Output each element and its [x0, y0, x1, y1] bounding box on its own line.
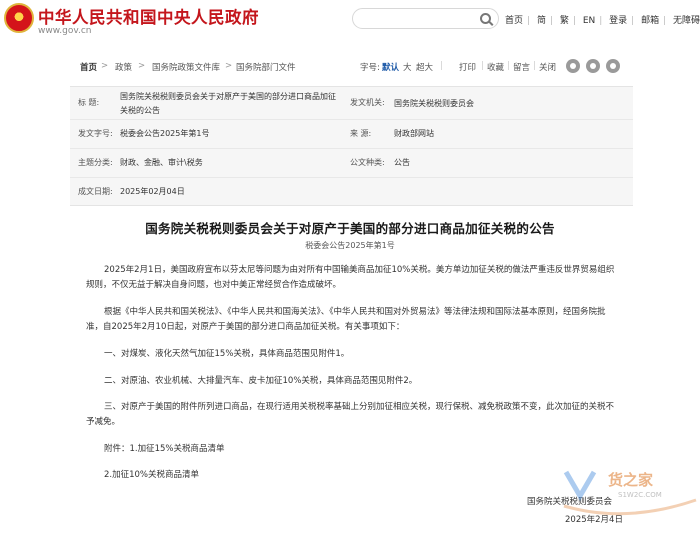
favorite-button[interactable]: 收藏: [487, 61, 504, 73]
article-paragraph: 二、对原油、农业机械、大排量汽车、皮卡加征10%关税，具体商品范围见附件2。: [104, 376, 418, 386]
meta-type-value: 公告: [394, 158, 410, 167]
meta-docno-value: 税委会公告2025年第1号: [120, 129, 210, 138]
nav-english[interactable]: EN: [583, 16, 595, 26]
article-paragraph: 根据《中华人民共和国关税法》、《中华人民共和国海关法》、《中华人民共和国对外贸易…: [86, 307, 606, 332]
breadcrumb-home[interactable]: 首页: [80, 61, 97, 73]
nav-mailbox[interactable]: 邮箱: [641, 16, 659, 26]
font-size-label: 字号:: [360, 63, 380, 73]
signature-org: 国务院关税税则委员会: [527, 497, 613, 507]
meta-topic-value: 财政、金融、审计\税务: [120, 158, 203, 167]
watermark-sub: S1W2C.COM: [618, 491, 662, 499]
meta-row-date: 成文日期: 2025年02月04日: [70, 178, 633, 207]
nav-accessibility[interactable]: 无障碍: [673, 16, 700, 26]
meta-docno-label: 发文字号:: [78, 129, 113, 138]
nav-login[interactable]: 登录: [609, 16, 627, 26]
signature-date: 2025年2月4日: [565, 515, 623, 525]
article-paragraph: 2025年2月1日，美国政府宣布以芬太尼等问题为由对所有中国输美商品加征10%关…: [86, 265, 615, 290]
meta-date-value: 2025年02月04日: [120, 187, 185, 196]
article-doc-number: 税委会公告2025年第1号: [305, 241, 395, 250]
site-header: 中华人民共和国中央人民政府 www.gov.cn 首页 | 简 | 繁 | EN | 登…: [0, 0, 700, 42]
font-size-default[interactable]: 默认: [382, 61, 399, 73]
breadcrumb: 首页 > 政策 > 国务院政策文件库 > 国务院部门文件 字号: 默认 大 超大…: [70, 56, 630, 76]
share-icon[interactable]: [606, 59, 620, 73]
document-meta-table: 标 题: 国务院关税税则委员会关于对原产于美国的部分进口商品加征关税的公告 发文…: [70, 86, 633, 206]
weibo-icon[interactable]: [566, 59, 580, 73]
breadcrumb-separator: >: [225, 61, 233, 71]
nav-traditional[interactable]: 繁: [560, 16, 569, 26]
search-icon[interactable]: [480, 13, 491, 24]
print-button[interactable]: 打印: [459, 61, 476, 73]
meta-type-label: 公文种类:: [350, 158, 385, 167]
meta-source-value: 财政部网站: [394, 129, 434, 138]
meta-date-label: 成文日期:: [78, 187, 113, 196]
meta-row-title: 标 题: 国务院关税税则委员会关于对原产于美国的部分进口商品加征关税的公告 发文…: [70, 87, 633, 120]
national-emblem-icon[interactable]: [4, 3, 34, 33]
site-title[interactable]: 中华人民共和国中央人民政府: [38, 4, 259, 28]
meta-issuer-value: 国务院关税税则委员会: [394, 99, 474, 108]
breadcrumb-dept-docs[interactable]: 国务院部门文件: [236, 61, 296, 73]
meta-row-docno: 发文字号: 税委会公告2025年第1号 来 源: 财政部网站: [70, 120, 633, 149]
meta-row-topic: 主题分类: 财政、金融、审计\税务 公文种类: 公告: [70, 149, 633, 178]
wechat-icon[interactable]: [586, 59, 600, 73]
meta-topic-label: 主题分类:: [78, 158, 113, 167]
article-paragraph: 一、对煤炭、液化天然气加征15%关税，具体商品范围见附件1。: [104, 349, 350, 359]
breadcrumb-policy[interactable]: 政策: [115, 61, 132, 73]
meta-title-value: 国务院关税税则委员会关于对原产于美国的部分进口商品加征关税的公告: [120, 92, 336, 115]
font-size-xlarge[interactable]: 超大: [416, 61, 433, 73]
message-button[interactable]: 留言: [513, 61, 530, 73]
nav-home[interactable]: 首页: [505, 16, 523, 26]
top-nav: 首页 | 简 | 繁 | EN | 登录 | 邮箱 | 无障碍: [505, 16, 700, 26]
article-title: 国务院关税税则委员会关于对原产于美国的部分进口商品加征关税的公告: [145, 221, 555, 236]
breadcrumb-policy-library[interactable]: 国务院政策文件库: [152, 61, 220, 73]
meta-title-label: 标 题:: [78, 98, 100, 107]
site-domain: www.gov.cn: [38, 26, 92, 36]
font-size-large[interactable]: 大: [403, 61, 412, 73]
article-paragraph: 三、对原产于美国的附件所列进口商品，在现行适用关税税率基础上分别加征相应关税，现…: [86, 402, 615, 427]
meta-issuer-label: 发文机关:: [350, 98, 385, 107]
meta-source-label: 来 源:: [350, 129, 372, 138]
nav-simplified[interactable]: 简: [537, 16, 546, 26]
attachment-1[interactable]: 附件：1.加征15%关税商品清单: [86, 442, 618, 457]
close-button[interactable]: 关闭: [539, 61, 556, 73]
breadcrumb-separator: >: [138, 61, 146, 71]
search-input[interactable]: [352, 8, 499, 29]
attachment-2[interactable]: 2.加征10%关税商品清单: [86, 468, 618, 483]
breadcrumb-separator: >: [101, 61, 109, 71]
